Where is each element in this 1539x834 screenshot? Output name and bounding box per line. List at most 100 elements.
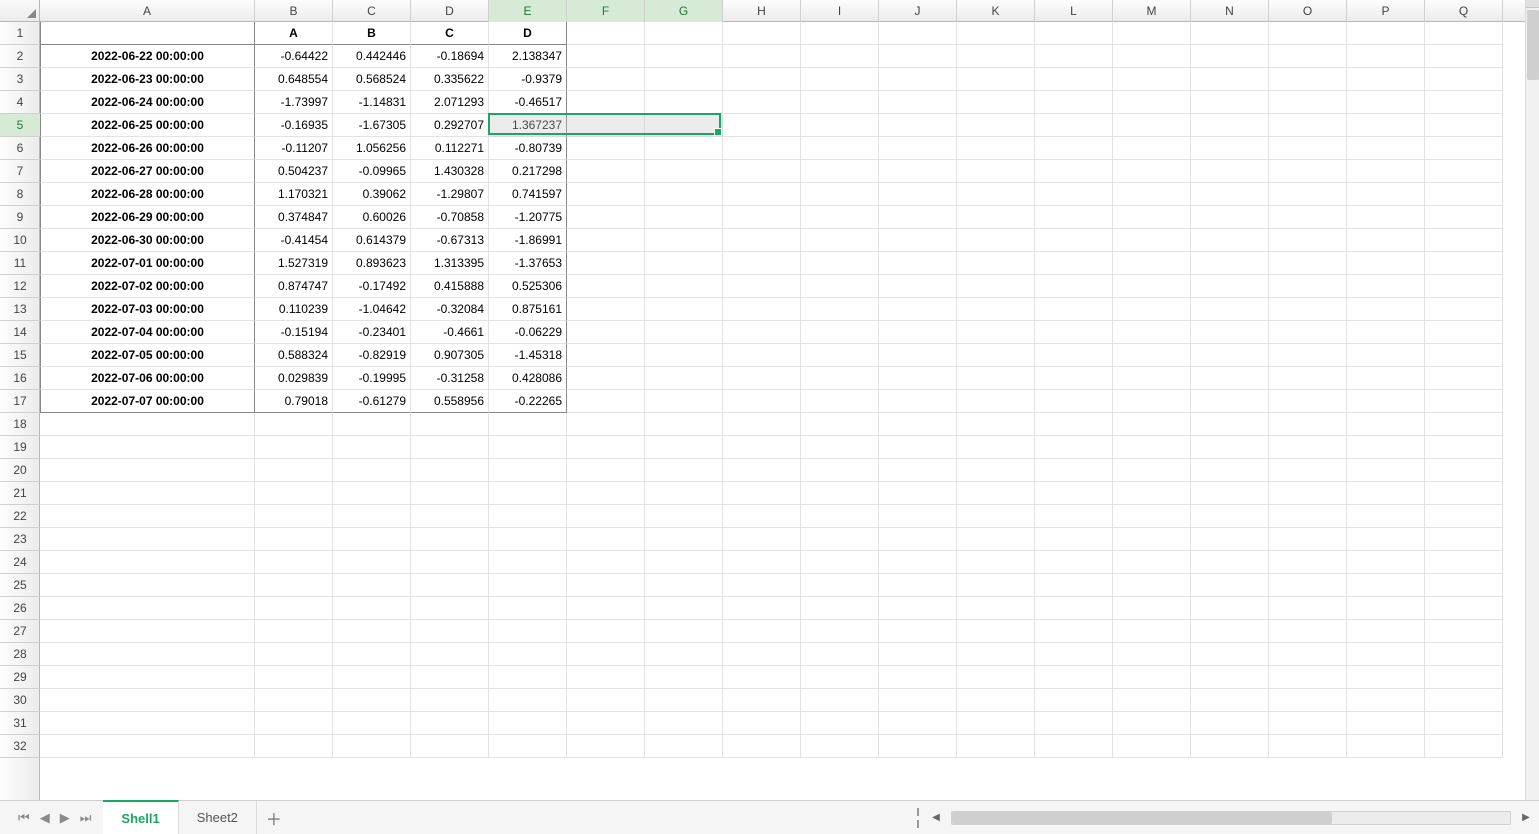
cell-N5[interactable] [1191, 114, 1269, 137]
cell-E5[interactable]: 1.367237 [489, 114, 567, 137]
cell-P10[interactable] [1347, 229, 1425, 252]
cell-M2[interactable] [1113, 45, 1191, 68]
cell-B24[interactable] [255, 551, 333, 574]
cell-F11[interactable] [567, 252, 645, 275]
cell-L1[interactable] [1035, 22, 1113, 45]
cell-Q28[interactable] [1425, 643, 1503, 666]
cell-D29[interactable] [411, 666, 489, 689]
cell-H26[interactable] [723, 597, 801, 620]
cell-J31[interactable] [879, 712, 957, 735]
cell-I6[interactable] [801, 137, 879, 160]
cell-I31[interactable] [801, 712, 879, 735]
cell-B15[interactable]: 0.588324 [255, 344, 333, 367]
cell-A18[interactable] [40, 413, 255, 436]
row-header-28[interactable]: 28 [0, 643, 40, 666]
cell-M23[interactable] [1113, 528, 1191, 551]
cell-A5[interactable]: 2022-06-25 00:00:00 [40, 114, 255, 137]
cell-B12[interactable]: 0.874747 [255, 275, 333, 298]
cell-K30[interactable] [957, 689, 1035, 712]
cell-Q30[interactable] [1425, 689, 1503, 712]
cell-C29[interactable] [333, 666, 411, 689]
row-header-12[interactable]: 12 [0, 275, 40, 298]
cell-C21[interactable] [333, 482, 411, 505]
cell-D21[interactable] [411, 482, 489, 505]
cell-M5[interactable] [1113, 114, 1191, 137]
row-header-6[interactable]: 6 [0, 137, 40, 160]
cell-J27[interactable] [879, 620, 957, 643]
cell-P18[interactable] [1347, 413, 1425, 436]
row-header-29[interactable]: 29 [0, 666, 40, 689]
cell-I17[interactable] [801, 390, 879, 413]
cell-P6[interactable] [1347, 137, 1425, 160]
cell-N17[interactable] [1191, 390, 1269, 413]
cell-L26[interactable] [1035, 597, 1113, 620]
cell-O16[interactable] [1269, 367, 1347, 390]
column-header-Q[interactable]: Q [1425, 0, 1503, 22]
cell-A11[interactable]: 2022-07-01 00:00:00 [40, 252, 255, 275]
cell-L4[interactable] [1035, 91, 1113, 114]
cell-J25[interactable] [879, 574, 957, 597]
cell-M20[interactable] [1113, 459, 1191, 482]
cell-K11[interactable] [957, 252, 1035, 275]
last-sheet-icon[interactable]: ⏭ [80, 810, 92, 826]
cell-K32[interactable] [957, 735, 1035, 758]
cell-B30[interactable] [255, 689, 333, 712]
cell-G16[interactable] [645, 367, 723, 390]
cell-N24[interactable] [1191, 551, 1269, 574]
cell-L19[interactable] [1035, 436, 1113, 459]
cell-E7[interactable]: 0.217298 [489, 160, 567, 183]
cell-H22[interactable] [723, 505, 801, 528]
cell-J12[interactable] [879, 275, 957, 298]
cell-P29[interactable] [1347, 666, 1425, 689]
cell-K14[interactable] [957, 321, 1035, 344]
cell-E25[interactable] [489, 574, 567, 597]
cell-B32[interactable] [255, 735, 333, 758]
cell-L17[interactable] [1035, 390, 1113, 413]
cell-B27[interactable] [255, 620, 333, 643]
cell-N11[interactable] [1191, 252, 1269, 275]
cell-M13[interactable] [1113, 298, 1191, 321]
cell-G2[interactable] [645, 45, 723, 68]
cell-B17[interactable]: 0.79018 [255, 390, 333, 413]
cell-H11[interactable] [723, 252, 801, 275]
cell-B6[interactable]: -0.11207 [255, 137, 333, 160]
cell-I27[interactable] [801, 620, 879, 643]
cell-I9[interactable] [801, 206, 879, 229]
cell-N16[interactable] [1191, 367, 1269, 390]
cell-M1[interactable] [1113, 22, 1191, 45]
cell-Q24[interactable] [1425, 551, 1503, 574]
column-header-F[interactable]: F [567, 0, 645, 22]
cell-H8[interactable] [723, 183, 801, 206]
cell-J5[interactable] [879, 114, 957, 137]
vertical-scrollbar[interactable] [1525, 0, 1539, 800]
column-header-D[interactable]: D [411, 0, 489, 22]
cell-Q6[interactable] [1425, 137, 1503, 160]
row-header-8[interactable]: 8 [0, 183, 40, 206]
cell-E6[interactable]: -0.80739 [489, 137, 567, 160]
cell-K28[interactable] [957, 643, 1035, 666]
cell-I13[interactable] [801, 298, 879, 321]
cell-A14[interactable]: 2022-07-04 00:00:00 [40, 321, 255, 344]
cell-B20[interactable] [255, 459, 333, 482]
cell-A3[interactable]: 2022-06-23 00:00:00 [40, 68, 255, 91]
cell-M6[interactable] [1113, 137, 1191, 160]
row-header-20[interactable]: 20 [0, 459, 40, 482]
cell-C11[interactable]: 0.893623 [333, 252, 411, 275]
cell-P5[interactable] [1347, 114, 1425, 137]
cell-E22[interactable] [489, 505, 567, 528]
cell-F22[interactable] [567, 505, 645, 528]
cell-N2[interactable] [1191, 45, 1269, 68]
cell-C25[interactable] [333, 574, 411, 597]
cell-L2[interactable] [1035, 45, 1113, 68]
cell-K20[interactable] [957, 459, 1035, 482]
cell-M25[interactable] [1113, 574, 1191, 597]
horizontal-scroll-thumb[interactable] [952, 812, 1332, 824]
cell-Q32[interactable] [1425, 735, 1503, 758]
cell-H29[interactable] [723, 666, 801, 689]
row-header-31[interactable]: 31 [0, 712, 40, 735]
cell-F14[interactable] [567, 321, 645, 344]
cell-O20[interactable] [1269, 459, 1347, 482]
cell-A26[interactable] [40, 597, 255, 620]
cell-L21[interactable] [1035, 482, 1113, 505]
cell-I30[interactable] [801, 689, 879, 712]
